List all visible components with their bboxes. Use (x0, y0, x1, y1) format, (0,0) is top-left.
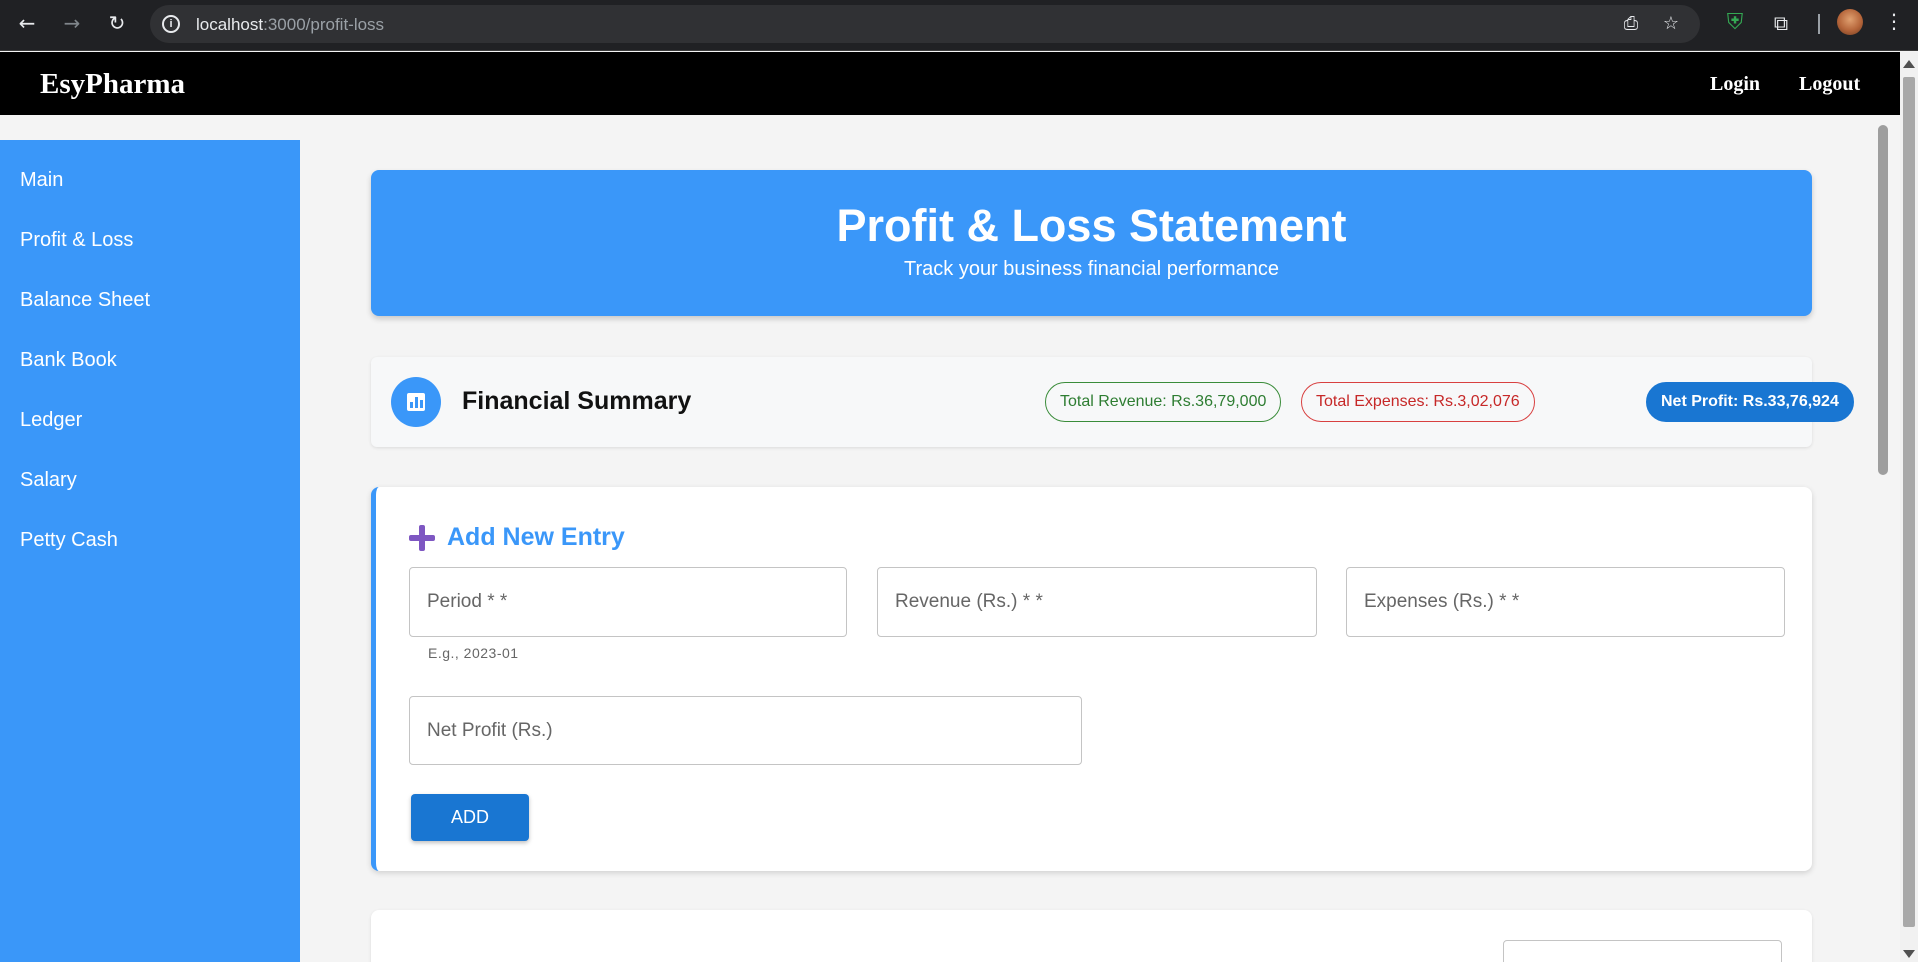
page-scrollbar-thumb[interactable] (1903, 77, 1915, 927)
add-entry-card: Add New Entry Period * * E.g., 2023-01 R… (371, 487, 1812, 871)
period-input[interactable]: Period * * (409, 567, 847, 637)
extensions-puzzle-icon[interactable]: ⧉ (1768, 10, 1794, 36)
total-expenses-badge: Total Expenses: Rs.3,02,076 (1301, 382, 1535, 422)
bar-chart-icon (391, 377, 441, 427)
url-text[interactable]: localhost:3000/profit-loss (196, 15, 384, 35)
period-label: Period * * (427, 591, 508, 612)
forward-icon[interactable]: → (55, 10, 89, 36)
sidebar-item-profit-loss[interactable]: Profit & Loss (0, 210, 300, 270)
page-subtitle: Track your business financial performanc… (904, 258, 1279, 280)
content-scrollbar-thumb[interactable] (1878, 125, 1888, 475)
revenue-label: Revenue (Rs.) * * (895, 591, 1043, 612)
main-content: Profit & Loss Statement Track your busin… (306, 115, 1882, 962)
expenses-label: Expenses (Rs.) * * (1364, 591, 1520, 612)
page-banner: Profit & Loss Statement Track your busin… (371, 170, 1812, 316)
add-entry-title: Add New Entry (447, 523, 625, 551)
browser-menu-icon[interactable]: ⋮ (1884, 9, 1904, 33)
scroll-down-arrow-icon[interactable] (1903, 950, 1915, 958)
period-helper-text: E.g., 2023-01 (428, 645, 519, 661)
browser-toolbar: ← → ↻ i localhost:3000/profit-loss ⎙ ☆ ⛨… (0, 0, 1918, 51)
login-link[interactable]: Login (1710, 73, 1760, 96)
page-scrollbar[interactable] (1900, 52, 1918, 962)
back-icon[interactable]: ← (10, 10, 44, 36)
plus-icon (409, 525, 435, 551)
install-app-icon[interactable]: ⎙ (1620, 13, 1642, 35)
filter-input[interactable] (1503, 940, 1782, 962)
expenses-input[interactable]: Expenses (Rs.) * * (1346, 567, 1785, 637)
toolbar-divider (1818, 14, 1820, 34)
sidebar-item-ledger[interactable]: Ledger (0, 390, 300, 450)
address-bar[interactable]: i localhost:3000/profit-loss ⎙ ☆ (150, 5, 1700, 43)
site-info-icon[interactable]: i (162, 15, 180, 33)
net-profit-badge: Net Profit: Rs.33,76,924 (1646, 382, 1854, 422)
sidebar-item-petty-cash[interactable]: Petty Cash (0, 510, 300, 570)
add-entry-button[interactable]: ADD (411, 794, 529, 841)
scroll-up-arrow-icon[interactable] (1903, 60, 1915, 68)
sidebar-item-salary[interactable]: Salary (0, 450, 300, 510)
content-scrollbar[interactable] (1874, 115, 1890, 962)
sidebar-item-balance-sheet[interactable]: Balance Sheet (0, 270, 300, 330)
bookmark-star-icon[interactable]: ☆ (1660, 13, 1682, 35)
app-header: EsyPharma Login Logout (0, 52, 1900, 115)
sidebar-item-bank-book[interactable]: Bank Book (0, 330, 300, 390)
net-profit-input[interactable]: Net Profit (Rs.) (409, 696, 1082, 765)
total-revenue-badge: Total Revenue: Rs.36,79,000 (1045, 382, 1282, 422)
logout-link[interactable]: Logout (1799, 73, 1860, 96)
summary-title: Financial Summary (462, 387, 692, 415)
revenue-input[interactable]: Revenue (Rs.) * * (877, 567, 1317, 637)
page-title: Profit & Loss Statement (836, 200, 1347, 251)
financial-summary-card: Financial Summary Total Revenue: Rs.36,7… (371, 357, 1854, 447)
sidebar-item-main[interactable]: Main (0, 150, 300, 210)
reload-icon[interactable]: ↻ (100, 10, 134, 36)
entries-card (371, 910, 1812, 962)
brand-logo[interactable]: EsyPharma (40, 68, 185, 101)
net-profit-label: Net Profit (Rs.) (427, 720, 553, 741)
shield-extension-icon[interactable]: ⛨ (1722, 10, 1748, 36)
profile-avatar[interactable] (1837, 9, 1863, 35)
sidebar: Main Profit & Loss Balance Sheet Bank Bo… (0, 140, 300, 962)
